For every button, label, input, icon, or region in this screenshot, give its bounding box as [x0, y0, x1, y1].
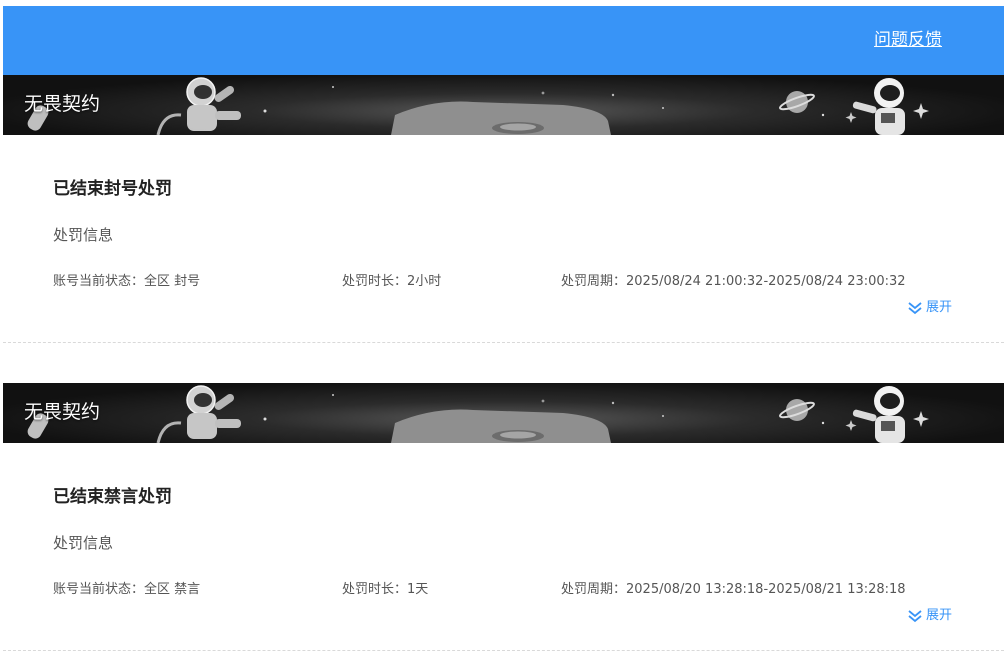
divider	[3, 342, 1004, 343]
account-status: 账号当前状态：全区 封号	[53, 274, 201, 289]
card-body: 已结束禁言处罚 处罚信息 账号当前状态：全区 禁言 处罚时长：1天 处罚周期：2…	[3, 443, 1004, 651]
penalty-info-label: 处罚信息	[53, 534, 114, 552]
expand-button[interactable]: 展开	[907, 299, 952, 317]
double-chevron-down-icon	[908, 302, 922, 315]
game-banner: 无畏契约	[3, 75, 1004, 135]
top-bar: 问题反馈	[3, 6, 1004, 75]
record-title: 已结束封号处罚	[53, 179, 172, 199]
penalty-period: 处罚周期：2025/08/24 21:00:32-2025/08/24 23:0…	[561, 274, 906, 289]
penalty-info-label: 处罚信息	[53, 226, 114, 244]
divider	[3, 650, 1004, 651]
expand-button[interactable]: 展开	[907, 607, 952, 625]
account-status: 账号当前状态：全区 禁言	[53, 582, 201, 597]
record-title: 已结束禁言处罚	[53, 487, 172, 507]
penalty-record-card: 无畏契约 已结束封号处罚 处罚信息 账号当前状态：全区 封号 处罚时长：2小时 …	[3, 75, 1004, 343]
game-title: 无畏契约	[24, 93, 101, 115]
astronaut-illustration	[27, 385, 929, 443]
feedback-link[interactable]: 问题反馈	[874, 28, 942, 52]
penalty-record-card: 无畏契约 已结束禁言处罚 处罚信息 账号当前状态：全区 禁言 处罚时长：1天 处…	[3, 383, 1004, 651]
penalty-duration: 处罚时长：1天	[342, 582, 429, 597]
game-banner: 无畏契约	[3, 383, 1004, 443]
astronaut-illustration	[27, 77, 929, 135]
double-chevron-down-icon	[908, 610, 922, 623]
game-title: 无畏契约	[24, 401, 101, 423]
card-body: 已结束封号处罚 处罚信息 账号当前状态：全区 封号 处罚时长：2小时 处罚周期：…	[3, 135, 1004, 343]
expand-label: 展开	[925, 608, 952, 623]
expand-label: 展开	[925, 300, 952, 315]
penalty-period: 处罚周期：2025/08/20 13:28:18-2025/08/21 13:2…	[561, 582, 906, 597]
penalty-duration: 处罚时长：2小时	[342, 274, 442, 289]
